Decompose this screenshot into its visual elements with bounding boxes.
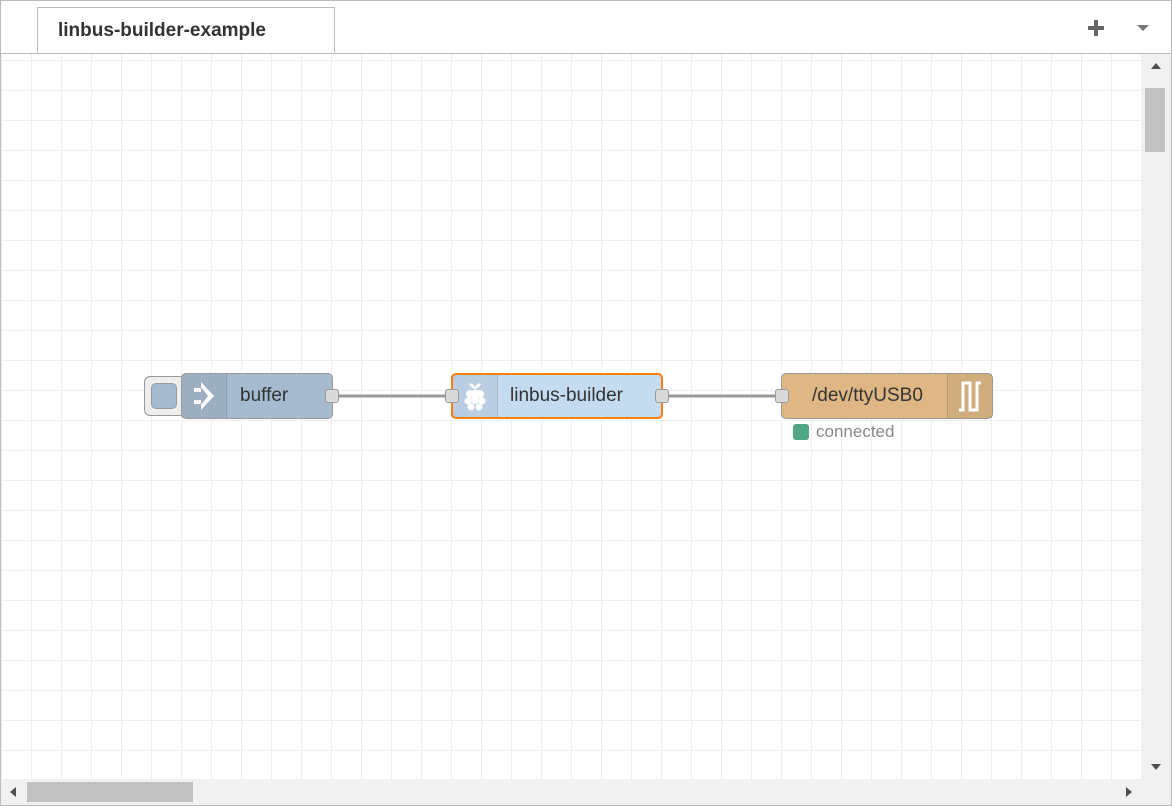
node-buffer-output-port[interactable] — [325, 389, 339, 403]
node-buffer-label: buffer — [240, 385, 289, 406]
scroll-down-icon[interactable] — [1151, 763, 1161, 771]
vertical-scroll-thumb[interactable] — [1145, 88, 1165, 152]
raspberry-pi-icon — [464, 383, 486, 411]
editor-workspace: linbus-builder-example buffer linbus-bui… — [0, 0, 1172, 806]
node-buffer-iconbox — [182, 374, 227, 418]
inject-trigger-icon — [151, 383, 177, 409]
status-text: connected — [816, 422, 895, 441]
node-linbus-builder[interactable]: linbus-builder — [451, 373, 663, 419]
scroll-right-icon[interactable] — [1125, 787, 1133, 797]
node-linbus-label: linbus-builder — [510, 385, 624, 406]
vertical-scrollbar[interactable] — [1141, 54, 1171, 779]
inject-trigger-button[interactable] — [144, 376, 184, 416]
scrollbar-corner — [1141, 779, 1171, 805]
status-dot-icon — [793, 424, 809, 440]
horizontal-scroll-thumb[interactable] — [27, 782, 193, 802]
serial-wave-icon — [959, 381, 981, 412]
arrow-right-icon — [194, 382, 214, 410]
node-linbus-output-port[interactable] — [655, 389, 669, 403]
scroll-left-icon[interactable] — [9, 787, 17, 797]
node-serial-input-port[interactable] — [775, 389, 789, 403]
scroll-up-icon[interactable] — [1151, 62, 1161, 70]
node-serial-out[interactable]: /dev/ttyUSB0 — [781, 373, 993, 419]
node-serial-label: /dev/ttyUSB0 — [812, 385, 923, 406]
node-linbus-input-port[interactable] — [445, 389, 459, 403]
horizontal-scrollbar[interactable] — [1, 779, 1141, 805]
node-linbus-iconbox — [453, 375, 498, 417]
node-buffer[interactable]: buffer — [181, 373, 333, 419]
node-serial-iconbox — [947, 374, 992, 418]
node-serial-status: connected — [793, 422, 894, 442]
